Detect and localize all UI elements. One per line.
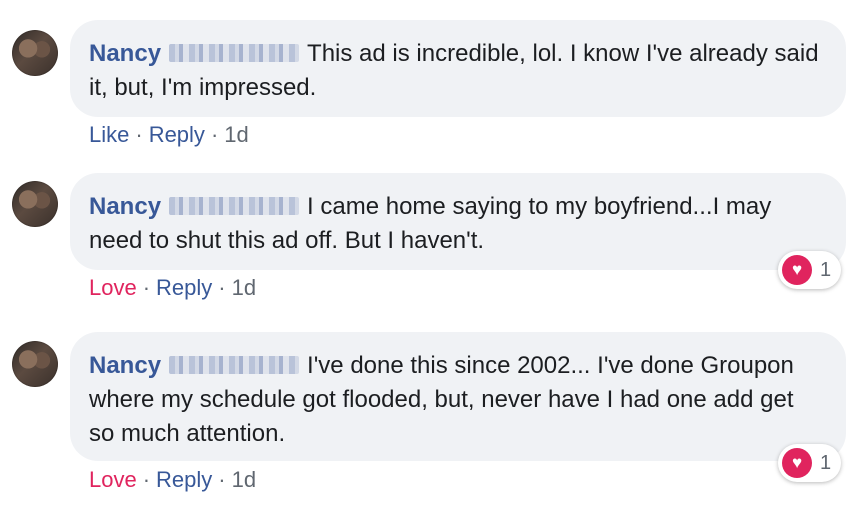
redacted-surname xyxy=(169,197,300,215)
timestamp[interactable]: 1d xyxy=(232,275,256,300)
reaction-count: 1 xyxy=(820,451,832,474)
reaction-count: 1 xyxy=(820,258,832,281)
comment-actions: Like · Reply · 1d xyxy=(89,122,249,148)
timestamp[interactable]: 1d xyxy=(224,122,248,147)
reaction-badge[interactable]: ♥ 1 xyxy=(778,444,842,482)
comment-bubble: Nancy This ad is incredible, lol. I know … xyxy=(70,20,846,117)
reply-button[interactable]: Reply xyxy=(156,275,212,300)
comment-bubble: Nancy I came home saying to my boyfriend.… xyxy=(70,173,846,270)
author-name[interactable]: Nancy xyxy=(89,40,161,67)
like-button[interactable]: Like xyxy=(89,122,129,147)
separator: · xyxy=(135,122,143,147)
love-button[interactable]: Love xyxy=(89,467,137,492)
separator: · xyxy=(218,275,226,300)
separator: · xyxy=(210,122,219,147)
timestamp[interactable]: 1d xyxy=(232,467,256,492)
avatar[interactable] xyxy=(12,181,58,227)
comment-actions: Love · Reply · 1d xyxy=(89,467,256,493)
author-name[interactable]: Nancy xyxy=(89,352,161,379)
separator: · xyxy=(218,467,226,492)
redacted-surname xyxy=(169,44,300,62)
separator: · xyxy=(142,275,151,300)
comment-bubble: Nancy I've done this since 2002... I've d… xyxy=(70,332,846,461)
reply-button[interactable]: Reply xyxy=(149,122,205,147)
redacted-surname xyxy=(169,356,300,374)
separator: · xyxy=(142,467,151,492)
heart-icon: ♥ xyxy=(782,255,812,285)
avatar[interactable] xyxy=(12,341,58,387)
love-button[interactable]: Love xyxy=(89,275,137,300)
avatar[interactable] xyxy=(12,30,58,76)
comment-actions: Love · Reply · 1d xyxy=(89,275,256,301)
reaction-badge[interactable]: ♥ 1 xyxy=(778,251,842,289)
heart-icon: ♥ xyxy=(782,448,812,478)
reply-button[interactable]: Reply xyxy=(156,467,212,492)
author-name[interactable]: Nancy xyxy=(89,193,161,220)
